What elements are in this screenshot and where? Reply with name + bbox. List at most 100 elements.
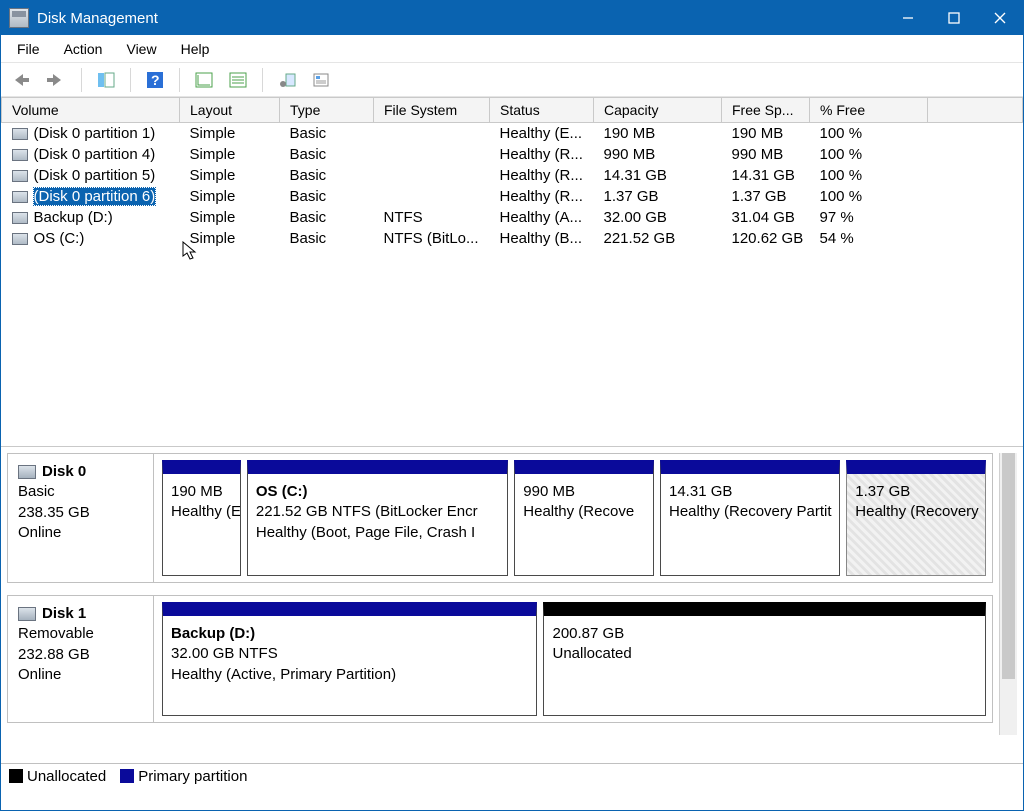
cell-layout: Simple — [180, 207, 280, 228]
partition[interactable]: OS (C:)221.52 GB NTFS (BitLocker EncrHea… — [247, 460, 508, 576]
cell-free: 190 MB — [722, 123, 810, 145]
menu-action[interactable]: Action — [54, 39, 113, 59]
cell-capacity: 221.52 GB — [594, 228, 722, 249]
partition[interactable]: 990 MBHealthy (Recove — [514, 460, 654, 576]
properties-icon[interactable] — [307, 67, 335, 93]
disk-row[interactable]: Disk 1Removable232.88 GBOnlineBackup (D:… — [7, 595, 993, 723]
partition-status: Healthy (Boot, Page File, Crash I — [256, 523, 499, 543]
cell-free: 14.31 GB — [722, 165, 810, 186]
cell-status: Healthy (B... — [490, 228, 594, 249]
col-volume[interactable]: Volume — [2, 98, 180, 123]
menu-view[interactable]: View — [116, 39, 166, 59]
window-title: Disk Management — [37, 10, 158, 27]
cell-pct: 100 % — [810, 123, 928, 145]
cell-layout: Simple — [180, 228, 280, 249]
partition[interactable]: 1.37 GBHealthy (Recovery — [846, 460, 986, 576]
close-button[interactable] — [977, 1, 1023, 35]
volume-name: Backup (D:) — [34, 209, 113, 226]
partition[interactable]: 14.31 GBHealthy (Recovery Partit — [660, 460, 840, 576]
volume-icon — [12, 170, 28, 182]
partition-status: Healthy (Recovery — [855, 502, 977, 522]
cell-free: 31.04 GB — [722, 207, 810, 228]
table-row[interactable]: Backup (D:)SimpleBasicNTFSHealthy (A...3… — [2, 207, 1023, 228]
cell-status: Healthy (E... — [490, 123, 594, 145]
maximize-button[interactable] — [931, 1, 977, 35]
cell-type: Basic — [280, 186, 374, 207]
cell-fs — [374, 123, 490, 145]
table-row[interactable]: (Disk 0 partition 4)SimpleBasicHealthy (… — [2, 144, 1023, 165]
menubar: File Action View Help — [1, 35, 1023, 63]
col-capacity[interactable]: Capacity — [594, 98, 722, 123]
partition-size: 32.00 GB NTFS — [171, 644, 528, 664]
volume-icon — [12, 191, 28, 203]
cell-fs — [374, 144, 490, 165]
cell-type: Basic — [280, 123, 374, 145]
partition-size: 200.87 GB — [552, 624, 977, 644]
disk-row[interactable]: Disk 0Basic238.35 GBOnline190 MBHealthy … — [7, 453, 993, 583]
table-row[interactable]: (Disk 0 partition 6)SimpleBasicHealthy (… — [2, 186, 1023, 207]
app-icon — [9, 8, 29, 28]
disk-kind: Basic — [18, 482, 143, 502]
forward-icon[interactable] — [43, 67, 71, 93]
volume-table[interactable]: Volume Layout Type File System Status Ca… — [1, 97, 1023, 249]
partition-size: 990 MB — [523, 482, 645, 502]
col-layout[interactable]: Layout — [180, 98, 280, 123]
volume-list-pane[interactable]: Volume Layout Type File System Status Ca… — [1, 97, 1023, 447]
disk-info[interactable]: Disk 0Basic238.35 GBOnline — [8, 454, 154, 582]
partition-size: 1.37 GB — [855, 482, 977, 502]
disk-state: Online — [18, 665, 143, 685]
table-row[interactable]: (Disk 0 partition 5)SimpleBasicHealthy (… — [2, 165, 1023, 186]
cell-free: 1.37 GB — [722, 186, 810, 207]
svg-text:?: ? — [151, 72, 160, 88]
partition[interactable]: 190 MBHealthy (EFI — [162, 460, 241, 576]
action-icon[interactable] — [273, 67, 301, 93]
cell-status: Healthy (R... — [490, 165, 594, 186]
cell-pct: 100 % — [810, 165, 928, 186]
partition-size: 190 MB — [171, 482, 232, 502]
scrollbar-thumb[interactable] — [1002, 453, 1015, 679]
menu-file[interactable]: File — [7, 39, 50, 59]
col-status[interactable]: Status — [490, 98, 594, 123]
disk-name: Disk 0 — [42, 462, 86, 482]
cell-free: 120.62 GB — [722, 228, 810, 249]
cell-pct: 54 % — [810, 228, 928, 249]
col-type[interactable]: Type — [280, 98, 374, 123]
console-tree-icon[interactable] — [92, 67, 120, 93]
disk-info[interactable]: Disk 1Removable232.88 GBOnline — [8, 596, 154, 722]
table-row[interactable]: OS (C:)SimpleBasicNTFS (BitLo...Healthy … — [2, 228, 1023, 249]
minimize-button[interactable] — [885, 1, 931, 35]
partition[interactable]: Backup (D:)32.00 GB NTFSHealthy (Active,… — [162, 602, 537, 716]
cell-fs: NTFS (BitLo... — [374, 228, 490, 249]
refresh-icon[interactable] — [190, 67, 218, 93]
disk-size: 238.35 GB — [18, 503, 143, 523]
disk-graphic-pane[interactable]: Disk 0Basic238.35 GBOnline190 MBHealthy … — [1, 447, 1023, 763]
cell-fs: NTFS — [374, 207, 490, 228]
volume-icon — [12, 212, 28, 224]
cell-status: Healthy (R... — [490, 186, 594, 207]
scrollbar[interactable] — [999, 453, 1017, 735]
cell-fs — [374, 186, 490, 207]
partition-status: Healthy (Recovery Partit — [669, 502, 831, 522]
partition-size: 221.52 GB NTFS (BitLocker Encr — [256, 502, 499, 522]
menu-help[interactable]: Help — [171, 39, 220, 59]
cell-capacity: 990 MB — [594, 144, 722, 165]
volume-name: (Disk 0 partition 1) — [34, 125, 156, 142]
partition[interactable]: 200.87 GBUnallocated — [543, 602, 986, 716]
col-pct[interactable]: % Free — [810, 98, 928, 123]
cell-layout: Simple — [180, 144, 280, 165]
back-icon[interactable] — [9, 67, 37, 93]
col-fs[interactable]: File System — [374, 98, 490, 123]
list-icon[interactable] — [224, 67, 252, 93]
help-icon[interactable]: ? — [141, 67, 169, 93]
partition-status: Unallocated — [552, 644, 977, 664]
cell-type: Basic — [280, 228, 374, 249]
table-row[interactable]: (Disk 0 partition 1)SimpleBasicHealthy (… — [2, 123, 1023, 145]
volume-icon — [12, 233, 28, 245]
partition-title: OS (C:) — [256, 482, 499, 502]
partition-status: Healthy (EFI — [171, 502, 232, 522]
col-free[interactable]: Free Sp... — [722, 98, 810, 123]
volume-name: (Disk 0 partition 4) — [34, 146, 156, 163]
col-spare[interactable] — [928, 98, 1023, 123]
cell-capacity: 32.00 GB — [594, 207, 722, 228]
partitions: 190 MBHealthy (EFIOS (C:)221.52 GB NTFS … — [162, 454, 992, 582]
